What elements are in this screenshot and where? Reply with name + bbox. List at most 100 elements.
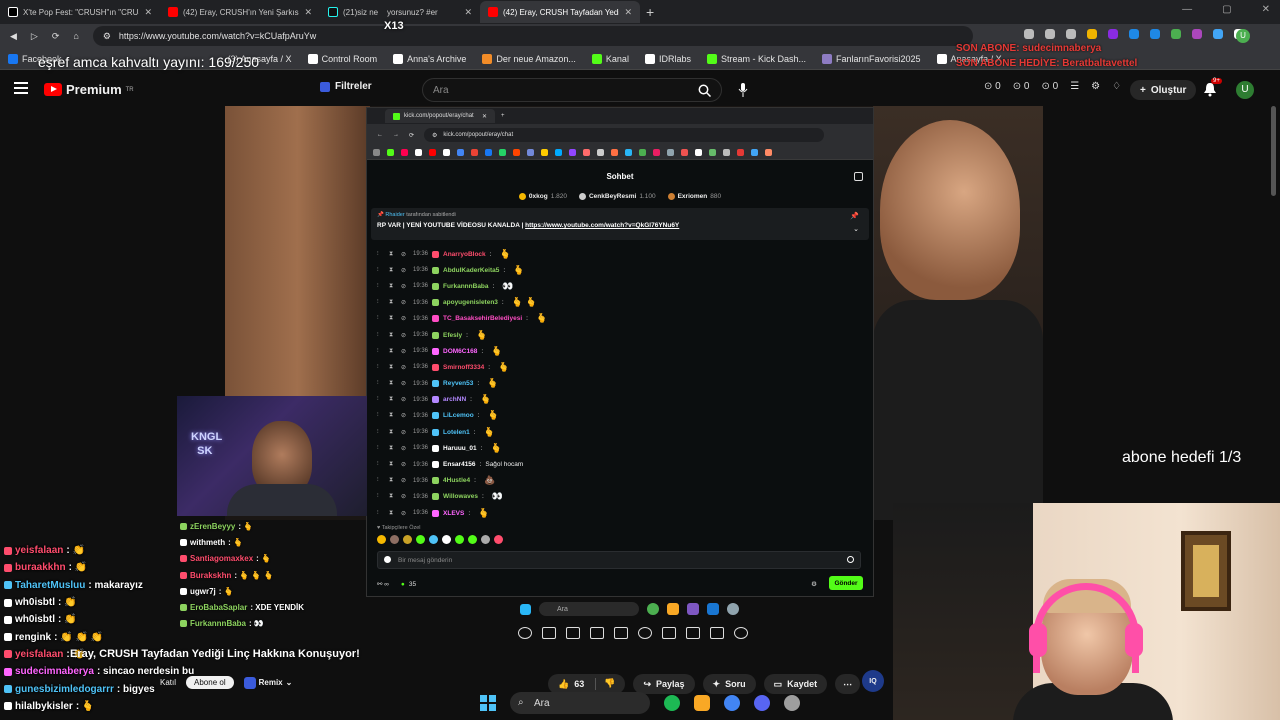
bell-slash-icon[interactable]: ♢ — [1112, 81, 1121, 92]
hourglass-icon[interactable]: ⧗ — [389, 429, 397, 436]
add-clip-icon[interactable] — [662, 627, 676, 639]
bookmark-icon[interactable] — [541, 149, 548, 156]
chat-username[interactable]: TC_BasaksehirBelediyesi — [443, 315, 522, 322]
back-icon[interactable]: ← — [377, 132, 383, 138]
new-tab-icon[interactable]: + — [501, 113, 505, 119]
hourglass-icon[interactable]: ⧗ — [389, 332, 397, 339]
bookmark-item[interactable]: Kanal — [591, 53, 629, 64]
voice-search-button[interactable] — [730, 78, 756, 102]
bookmark-item[interactable]: Stream - Kick Dash... — [706, 53, 806, 64]
audio-icon[interactable] — [542, 627, 556, 639]
bookmark-star-icon[interactable] — [1087, 29, 1097, 39]
ban-icon[interactable]: ⊘ — [401, 493, 409, 500]
facebook-icon[interactable] — [485, 149, 492, 156]
speed-icon[interactable] — [638, 627, 652, 639]
chevron-down-icon[interactable]: ⌄ — [853, 225, 859, 233]
ban-icon[interactable]: ⊘ — [401, 461, 409, 468]
discord-icon[interactable] — [687, 603, 699, 615]
extension-icon[interactable] — [1129, 29, 1139, 39]
back-icon[interactable]: ◀ — [10, 31, 17, 42]
pinned-link[interactable]: https://www.youtube.com/watch?v=QkGl76YN… — [525, 222, 679, 229]
folder-icon[interactable] — [694, 695, 710, 711]
bookmark-icon[interactable] — [555, 149, 562, 156]
chat-username[interactable]: LiLcemoo — [443, 412, 474, 419]
screenshot-icon[interactable] — [686, 627, 700, 639]
hourglass-icon[interactable]: ⧗ — [389, 267, 397, 274]
pin-icon[interactable]: ⫶ — [377, 429, 385, 436]
settings-icon[interactable]: ⚙ — [811, 580, 817, 588]
ban-icon[interactable]: ⊘ — [401, 299, 409, 306]
bookmark-icon[interactable] — [765, 149, 772, 156]
pin-icon[interactable]: ⫶ — [377, 493, 385, 500]
chat-username[interactable]: XLEVS — [443, 510, 464, 517]
hourglass-icon[interactable]: ⧗ — [389, 348, 397, 355]
pin-icon[interactable]: ⫶ — [377, 348, 385, 355]
pin-icon[interactable]: ⫶ — [377, 380, 385, 387]
emote-icon[interactable] — [481, 535, 490, 544]
app-icon[interactable] — [784, 695, 800, 711]
emote-icon[interactable] — [403, 535, 412, 544]
bookmark-icon[interactable] — [625, 149, 632, 156]
emote-icon[interactable] — [429, 535, 438, 544]
settings-icon[interactable] — [734, 627, 748, 639]
bookmark-icon[interactable] — [653, 149, 660, 156]
chat-username[interactable]: apoyugenisleten3 — [443, 299, 498, 306]
ban-icon[interactable]: ⊘ — [401, 283, 409, 290]
download-icon[interactable] — [1024, 29, 1034, 39]
bookmark-icon[interactable] — [723, 149, 730, 156]
extension-icon[interactable] — [1213, 29, 1223, 39]
ban-icon[interactable]: ⊘ — [401, 332, 409, 339]
ban-icon[interactable]: ⊘ — [401, 251, 409, 258]
pin-icon[interactable]: 📌 — [850, 212, 859, 220]
pin-icon[interactable]: ⫶ — [377, 510, 385, 517]
close-icon[interactable]: ✕ — [464, 7, 472, 18]
bookmark-icon[interactable] — [695, 149, 702, 156]
hourglass-icon[interactable]: ⧗ — [389, 380, 397, 387]
gmail-icon[interactable] — [471, 149, 478, 156]
close-window-icon[interactable]: ✕ — [1262, 4, 1270, 15]
pin-icon[interactable]: ⫶ — [377, 332, 385, 339]
zoom-icon[interactable] — [1045, 29, 1055, 39]
save-button[interactable]: ▭ Kaydet — [763, 674, 828, 694]
ban-icon[interactable]: ⊘ — [401, 315, 409, 322]
forward-icon[interactable]: ▷ — [31, 31, 38, 42]
bookmark-icon[interactable] — [639, 149, 646, 156]
tiktok-icon[interactable] — [401, 149, 408, 156]
hourglass-icon[interactable]: ⧗ — [389, 283, 397, 290]
chat-username[interactable]: Ensar4156 — [443, 461, 476, 468]
loop-icon[interactable] — [518, 627, 532, 639]
chat-username[interactable]: Willowaves — [443, 493, 478, 500]
emote-icon[interactable] — [442, 535, 451, 544]
filters-button[interactable]: Filtreler — [320, 81, 372, 92]
hourglass-icon[interactable]: ⧗ — [389, 461, 397, 468]
chat-username[interactable]: archNN — [443, 396, 466, 403]
chrome-icon[interactable] — [647, 603, 659, 615]
bookmark-item[interactable]: FanlarınFavorisi2025 — [822, 53, 921, 64]
hourglass-icon[interactable]: ⧗ — [389, 412, 397, 419]
bookmark-icon[interactable] — [597, 149, 604, 156]
windows-icon[interactable] — [480, 695, 496, 711]
reload-icon[interactable]: ⟳ — [409, 132, 414, 139]
app-icon[interactable] — [727, 603, 739, 615]
chat-username[interactable]: Reyven53 — [443, 380, 473, 387]
hourglass-icon[interactable]: ⧗ — [389, 396, 397, 403]
notifications-button[interactable]: 9+ — [1202, 78, 1222, 99]
user-settings-icon[interactable] — [854, 172, 863, 181]
folder-icon[interactable] — [667, 603, 679, 615]
hourglass-icon[interactable]: ⧗ — [389, 493, 397, 500]
chat-username[interactable]: AnarryoBlock — [443, 251, 486, 258]
ban-icon[interactable]: ⊘ — [401, 267, 409, 274]
iq-button[interactable]: IQ — [862, 670, 884, 692]
share-icon[interactable] — [1066, 29, 1076, 39]
top-gifter[interactable]: CenkBeyResmi 1.100 — [578, 188, 656, 204]
emote-icon[interactable] — [455, 535, 464, 544]
pin-icon[interactable]: ⫶ — [377, 251, 385, 258]
page-scrollbar[interactable] — [1271, 106, 1276, 196]
apps-icon[interactable] — [373, 149, 380, 156]
more-button[interactable]: ⋯ — [835, 674, 861, 694]
pin-icon[interactable]: ⫶ — [377, 396, 385, 403]
chat-username[interactable]: Lotelen1 — [443, 429, 470, 436]
windows-icon[interactable] — [520, 603, 531, 615]
bookmark-icon[interactable] — [737, 149, 744, 156]
chat-username[interactable]: 4Hustle4 — [443, 477, 470, 484]
